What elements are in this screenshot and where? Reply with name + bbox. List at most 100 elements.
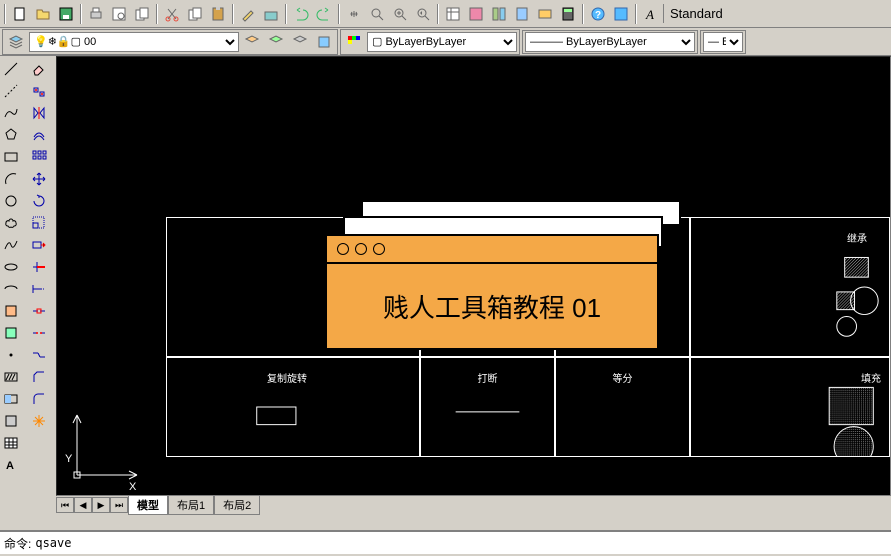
explode-tool[interactable] <box>28 410 50 432</box>
circle-tool[interactable] <box>0 190 22 212</box>
text-style-button[interactable]: A <box>640 3 662 25</box>
canvas-wrap: Y X 延长 继承 <box>56 56 891 514</box>
draw-toolbar: A <box>0 56 28 476</box>
command-input[interactable] <box>35 536 887 550</box>
overlay-front-window: 贱人工具箱教程 01 <box>325 234 659 350</box>
help-button[interactable]: ? <box>587 3 609 25</box>
arc-tool[interactable] <box>0 168 22 190</box>
block-editor-button[interactable] <box>260 3 282 25</box>
point-tool[interactable] <box>0 344 22 366</box>
standard-toolbar: ? A Standard <box>0 0 891 28</box>
tab-prev-button[interactable]: ◀ <box>74 497 92 513</box>
layer-manager-button[interactable] <box>5 31 27 53</box>
array-tool[interactable] <box>28 146 50 168</box>
layer-isolate-button[interactable] <box>289 31 311 53</box>
line-tool[interactable] <box>0 58 22 80</box>
join-tool[interactable] <box>28 344 50 366</box>
open-button[interactable] <box>32 3 54 25</box>
region-tool[interactable] <box>0 410 22 432</box>
layer-previous-button[interactable] <box>241 31 263 53</box>
separator <box>582 4 584 24</box>
sheet-set-button[interactable] <box>511 3 533 25</box>
svg-text:A: A <box>645 7 654 22</box>
gradient-tool[interactable] <box>0 388 22 410</box>
minimize-icon <box>355 243 367 255</box>
new-button[interactable] <box>9 3 31 25</box>
drawing-canvas[interactable]: Y X 延长 继承 <box>56 56 891 496</box>
separator <box>437 4 439 24</box>
rotate-tool[interactable] <box>28 190 50 212</box>
extend-tool[interactable] <box>28 278 50 300</box>
undo-button[interactable] <box>290 3 312 25</box>
tab-model[interactable]: 模型 <box>128 496 168 515</box>
pan-button[interactable] <box>343 3 365 25</box>
tab-layout1[interactable]: 布局1 <box>168 496 214 515</box>
lineweight-dropdown[interactable]: — BB <box>703 32 743 52</box>
rectangle-tool[interactable] <box>0 146 22 168</box>
table-tool[interactable] <box>0 432 22 454</box>
paste-button[interactable] <box>207 3 229 25</box>
drawing-cell-break: 打断 <box>420 357 555 457</box>
tab-layout2[interactable]: 布局2 <box>214 496 260 515</box>
markup-button[interactable] <box>534 3 556 25</box>
print-preview-button[interactable] <box>108 3 130 25</box>
fillet-tool[interactable] <box>28 388 50 410</box>
redo-button[interactable] <box>313 3 335 25</box>
ellipse-tool[interactable] <box>0 256 22 278</box>
copy-button[interactable] <box>184 3 206 25</box>
svg-text:?: ? <box>595 10 601 21</box>
chamfer-tool[interactable] <box>28 366 50 388</box>
save-button[interactable] <box>55 3 77 25</box>
stretch-tool[interactable] <box>28 234 50 256</box>
overlay-title: 贱人工具箱教程 01 <box>327 264 657 348</box>
copy-tool[interactable] <box>28 80 50 102</box>
polygon-tool[interactable] <box>0 124 22 146</box>
cut-button[interactable] <box>161 3 183 25</box>
mirror-tool[interactable] <box>28 102 50 124</box>
separator <box>4 4 6 24</box>
trim-tool[interactable] <box>28 256 50 278</box>
polyline-tool[interactable] <box>0 102 22 124</box>
hatch-tool[interactable] <box>0 366 22 388</box>
layer-states-button[interactable] <box>265 31 287 53</box>
calculator-button[interactable] <box>557 3 579 25</box>
help-search-button[interactable] <box>610 3 632 25</box>
tool-palettes-button[interactable] <box>488 3 510 25</box>
match-properties-button[interactable] <box>237 3 259 25</box>
spline-tool[interactable] <box>0 234 22 256</box>
break-at-point-tool[interactable] <box>28 300 50 322</box>
svg-text:A: A <box>6 460 14 472</box>
separator <box>80 4 82 24</box>
design-center-button[interactable] <box>465 3 487 25</box>
zoom-realtime-button[interactable] <box>366 3 388 25</box>
properties-button[interactable] <box>442 3 464 25</box>
break-tool[interactable] <box>28 322 50 344</box>
drawing-cell-blank2 <box>690 217 825 357</box>
offset-tool[interactable] <box>28 124 50 146</box>
tab-first-button[interactable]: ⏮ <box>56 497 74 513</box>
layer-unisolate-button[interactable] <box>313 31 335 53</box>
scale-tool[interactable] <box>28 212 50 234</box>
tab-last-button[interactable]: ⏭ <box>110 497 128 513</box>
mtext-tool[interactable]: A <box>0 454 22 476</box>
style-name: Standard <box>663 4 729 23</box>
zoom-window-button[interactable] <box>389 3 411 25</box>
insert-block-tool[interactable] <box>0 300 22 322</box>
color-control-button[interactable] <box>343 31 365 53</box>
separator <box>285 4 287 24</box>
tab-next-button[interactable]: ▶ <box>92 497 110 513</box>
revcloud-tool[interactable] <box>0 212 22 234</box>
erase-tool[interactable] <box>28 58 50 80</box>
linetype-dropdown[interactable]: ——— ByLayerByLayer <box>525 32 695 52</box>
move-tool[interactable] <box>28 168 50 190</box>
drawing-cell-divide: 等分 <box>555 357 690 457</box>
color-dropdown[interactable]: ▢ ByLayerByLayer <box>367 32 517 52</box>
publish-button[interactable] <box>131 3 153 25</box>
print-button[interactable] <box>85 3 107 25</box>
make-block-tool[interactable] <box>0 322 22 344</box>
separator <box>232 4 234 24</box>
construction-line-tool[interactable] <box>0 80 22 102</box>
ellipse-arc-tool[interactable] <box>0 278 22 300</box>
layer-dropdown[interactable]: 💡❄🔒▢ 00 <box>29 32 239 52</box>
zoom-previous-button[interactable] <box>412 3 434 25</box>
